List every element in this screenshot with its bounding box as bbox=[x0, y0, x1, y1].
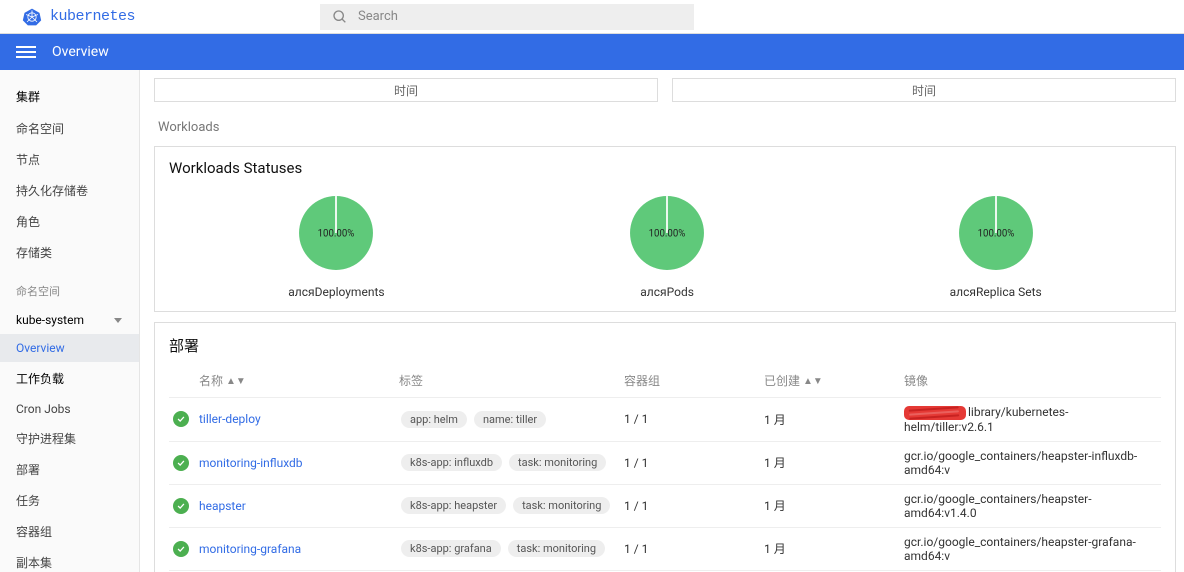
app-name: kubernetes bbox=[50, 8, 135, 25]
logo: kubernetes bbox=[0, 7, 320, 27]
sidebar-item-nodes[interactable]: 节点 bbox=[0, 144, 139, 175]
title-bar: Overview bbox=[0, 34, 1184, 70]
chevron-down-icon bbox=[113, 315, 123, 325]
label-tag: app: helm bbox=[401, 411, 467, 428]
sidebar-ns-header: 命名空间 bbox=[0, 276, 139, 306]
table-row: monitoring-influxdb k8s-app: influxdb tas… bbox=[169, 441, 1161, 484]
sidebar-item-daemonsets[interactable]: 守护进程集 bbox=[0, 423, 139, 454]
sidebar-item-overview[interactable]: Overview bbox=[0, 334, 139, 362]
svg-text:100.00%: 100.00% bbox=[649, 229, 686, 240]
col-name[interactable]: 名称 bbox=[199, 374, 223, 388]
deployment-link[interactable]: heapster bbox=[199, 499, 246, 513]
sidebar-item-storageclasses[interactable]: 存储类 bbox=[0, 237, 139, 268]
col-pods: 容器组 bbox=[624, 374, 660, 388]
time-panel-1: 时间 bbox=[154, 78, 658, 102]
sidebar-item-replicasets[interactable]: 副本集 bbox=[0, 547, 139, 572]
status-donut: 100.00% алсяPods bbox=[623, 189, 711, 299]
col-created[interactable]: 已创建 bbox=[764, 374, 800, 388]
time-panel-2: 时间 bbox=[672, 78, 1176, 102]
status-ok-icon bbox=[173, 498, 189, 514]
deployment-link[interactable]: monitoring-grafana bbox=[199, 542, 301, 556]
deployments-card: 部署 名称 ▲▼ 标签 容器组 已创建 ▲▼ 镜像 tiller-deploy a… bbox=[154, 322, 1176, 572]
label-tag: k8s-app: influxdb bbox=[401, 454, 502, 471]
pods-cell: 1 / 1 bbox=[620, 398, 760, 442]
sidebar-item-namespaces[interactable]: 命名空间 bbox=[0, 113, 139, 144]
label-tag: name: tiller bbox=[474, 411, 546, 428]
status-donut: 100.00% алсяDeployments bbox=[288, 189, 384, 299]
main-area: 时间 时间 Workloads Workloads Statuses 100.0… bbox=[140, 70, 1184, 572]
svg-text:100.00%: 100.00% bbox=[977, 229, 1014, 240]
created-cell: 1 月 bbox=[760, 398, 900, 442]
table-row: tiller-deploy app: helm name: tiller 1 / 1… bbox=[169, 398, 1161, 442]
deployments-title: 部署 bbox=[169, 335, 1161, 356]
sidebar-item-jobs[interactable]: 任务 bbox=[0, 485, 139, 516]
namespace-select[interactable]: kube-system bbox=[0, 306, 139, 334]
image-cell: gcr.io/google_containers/heapster-influx… bbox=[900, 441, 1161, 484]
sidebar-item-deployments[interactable]: 部署 bbox=[0, 454, 139, 485]
search-icon bbox=[332, 9, 348, 25]
col-images: 镜像 bbox=[904, 374, 928, 388]
search-input[interactable]: Search bbox=[320, 4, 694, 30]
sidebar-item-pods[interactable]: 容器组 bbox=[0, 516, 139, 547]
image-cell: gcr.io/google_containers/heapster-amd64:… bbox=[900, 484, 1161, 527]
created-cell: 1 月 bbox=[760, 441, 900, 484]
sidebar-item-roles[interactable]: 角色 bbox=[0, 206, 139, 237]
status-donut: 100.00% алсяReplica Sets bbox=[950, 189, 1042, 299]
col-labels: 标签 bbox=[399, 374, 423, 388]
label-tag: task: monitoring bbox=[513, 497, 610, 514]
donut-label: алсяDeployments bbox=[288, 285, 384, 299]
page-title: Overview bbox=[52, 44, 109, 60]
deployment-link[interactable]: monitoring-influxdb bbox=[199, 456, 303, 470]
table-row: heapster k8s-app: heapster task: monitori… bbox=[169, 484, 1161, 527]
donut-label: алсяReplica Sets bbox=[950, 285, 1042, 299]
namespace-selected: kube-system bbox=[16, 313, 84, 327]
sidebar: 集群 命名空间 节点 持久化存储卷 角色 存储类 命名空间 kube-syste… bbox=[0, 70, 140, 572]
pods-cell: 1 / 1 bbox=[620, 484, 760, 527]
k8s-icon bbox=[22, 7, 42, 27]
status-ok-icon bbox=[173, 541, 189, 557]
deployment-link[interactable]: tiller-deploy bbox=[199, 412, 261, 426]
sort-icon[interactable]: ▲▼ bbox=[803, 376, 823, 387]
pods-cell: 1 / 1 bbox=[620, 441, 760, 484]
label-tag: k8s-app: heapster bbox=[401, 497, 506, 514]
search-placeholder: Search bbox=[358, 9, 398, 24]
label-tag: k8s-app: grafana bbox=[401, 540, 501, 557]
image-cell: gcr.io/google_containers/heapster-grafan… bbox=[900, 527, 1161, 570]
hamburger-icon[interactable] bbox=[16, 42, 36, 62]
label-tag: task: monitoring bbox=[508, 540, 605, 557]
redacted-mark bbox=[904, 406, 966, 420]
image-cell: library/kubernetes-helm/tiller:v2.6.1 bbox=[900, 398, 1161, 442]
sort-icon[interactable]: ▲▼ bbox=[226, 376, 246, 387]
workloads-section-label: Workloads bbox=[154, 109, 1176, 146]
table-row: monitoring-grafana k8s-app: grafana task:… bbox=[169, 527, 1161, 570]
created-cell: 1 月 bbox=[760, 484, 900, 527]
label-tag: task: monitoring bbox=[509, 454, 606, 471]
sidebar-workload-header[interactable]: 工作负载 bbox=[0, 362, 139, 395]
created-cell: 1 月 bbox=[760, 527, 900, 570]
deployments-table: 名称 ▲▼ 标签 容器组 已创建 ▲▼ 镜像 tiller-deploy app:… bbox=[169, 364, 1161, 572]
sidebar-cluster-header: 集群 bbox=[0, 80, 139, 113]
workloads-statuses-card: Workloads Statuses 100.00% алсяDeployment… bbox=[154, 146, 1176, 312]
sidebar-item-pv[interactable]: 持久化存储卷 bbox=[0, 175, 139, 206]
sidebar-item-cronjobs[interactable]: Cron Jobs bbox=[0, 395, 139, 423]
status-ok-icon bbox=[173, 455, 189, 471]
donut-label: алсяPods bbox=[640, 285, 694, 299]
svg-text:100.00%: 100.00% bbox=[318, 229, 355, 240]
statuses-title: Workloads Statuses bbox=[169, 159, 1161, 177]
pods-cell: 1 / 1 bbox=[620, 527, 760, 570]
status-ok-icon bbox=[173, 411, 189, 427]
